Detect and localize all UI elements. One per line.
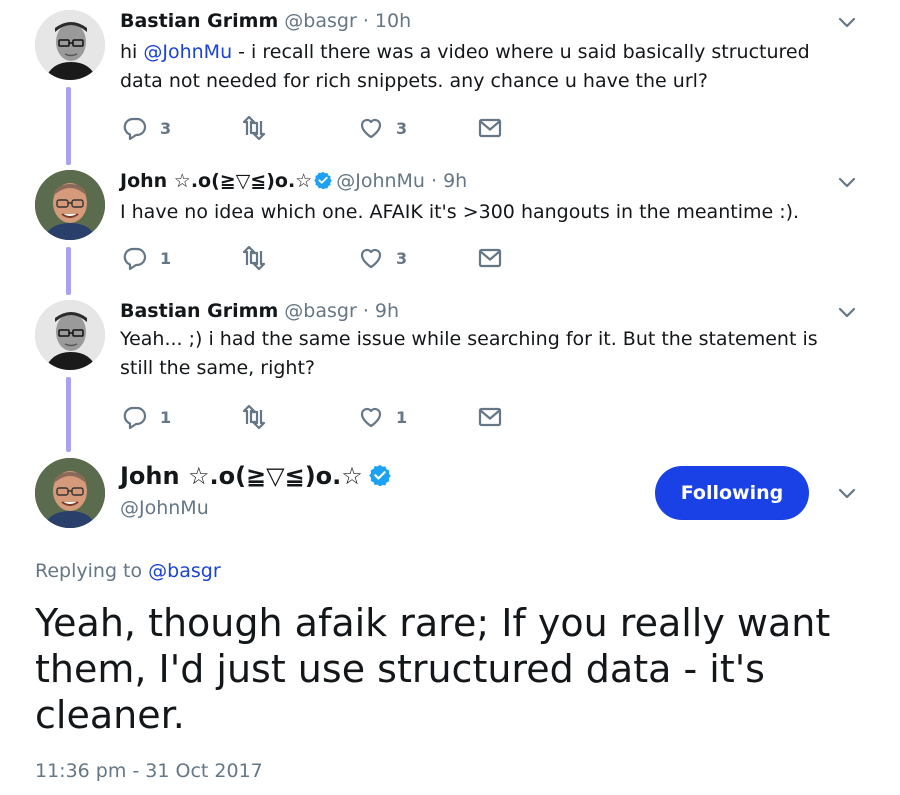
author-handle[interactable]: @JohnMu [336,170,425,192]
like-button[interactable]: 3 [358,244,407,272]
avatar-image [35,458,105,528]
heart-icon [358,245,384,271]
envelope-icon [477,245,503,271]
following-button[interactable]: Following [655,466,809,520]
mention-link[interactable]: @JohnMu [143,41,232,63]
main-avatar[interactable] [35,458,105,528]
reply-icon [122,245,148,271]
verified-badge-icon [369,464,391,486]
reply-button[interactable]: 3 [122,114,171,142]
tweet-actions: 1 3 [120,244,520,272]
message-button[interactable] [477,244,515,272]
reply-count: 1 [160,248,172,268]
avatar-image [35,10,105,80]
avatar-image [35,300,105,370]
like-button[interactable]: 3 [358,114,407,142]
author-handle[interactable]: @basgr [284,10,356,32]
reply-button[interactable]: 1 [122,403,171,431]
main-author-name[interactable]: John ☆.o(≧▽≦)o.☆ [120,462,395,490]
retweet-icon [241,245,267,271]
main-author-handle[interactable]: @JohnMu [120,497,209,519]
heart-icon [358,115,384,141]
tweet-actions: 1 1 [120,403,520,431]
envelope-icon [477,115,503,141]
reply-icon [122,404,148,430]
author-name[interactable]: Bastian Grimm [120,10,278,32]
message-button[interactable] [477,114,515,142]
tweet-text: I have no idea which one. AFAIK it's >30… [120,201,800,223]
retweet-button[interactable] [241,114,279,142]
chevron-down-icon[interactable] [836,172,858,194]
tweet-header: Bastian Grimm @basgr · 9h [120,300,399,322]
tweet-actions: 3 3 [120,114,520,142]
retweet-icon [241,115,267,141]
avatar[interactable] [35,10,105,80]
retweet-icon [241,404,267,430]
like-button[interactable]: 1 [358,403,407,431]
thread-line [66,247,71,295]
main-author-name-text[interactable]: John ☆.o(≧▽≦)o.☆ [120,462,363,490]
tweet-time[interactable]: · 9h [363,300,399,322]
envelope-icon [477,404,503,430]
tweet-text: Yeah... ;) i had the same issue while se… [120,328,818,379]
tweet-3[interactable]: Bastian Grimm @basgr · 9h Yeah... ;) i h… [0,300,900,450]
chevron-down-icon[interactable] [836,483,858,505]
avatar[interactable] [35,300,105,370]
reply-count: 3 [160,118,172,138]
chevron-down-icon[interactable] [836,302,858,324]
thread-line [66,377,71,452]
message-button[interactable] [477,403,515,431]
reply-button[interactable]: 1 [122,244,171,272]
reply-icon [122,115,148,141]
tweet-time[interactable]: · 10h [363,10,411,32]
thread-line [66,87,71,165]
like-count: 3 [396,118,408,138]
verified-badge-icon [314,171,332,189]
retweet-button[interactable] [241,244,279,272]
like-count: 3 [396,248,408,268]
tweet-text-part: hi [120,41,144,63]
tweet-header: Bastian Grimm @basgr · 10h [120,10,411,32]
author-name[interactable]: John ☆.o(≧▽≦)o.☆ [120,170,312,192]
main-tweet-text: Yeah, though afaik rare; If you really w… [35,601,831,737]
replying-prefix: Replying to [35,560,149,582]
retweet-button[interactable] [241,403,279,431]
replying-to: Replying to @basgr [35,560,221,582]
author-name[interactable]: Bastian Grimm [120,300,278,322]
tweet-1[interactable]: Bastian Grimm @basgr · 10h hi @JohnMu - … [0,10,900,170]
avatar[interactable] [35,170,105,240]
tweet-time[interactable]: · 9h [431,170,467,192]
tweet-timestamp[interactable]: 11:36 pm - 31 Oct 2017 [35,760,263,782]
chevron-down-icon[interactable] [836,12,858,34]
heart-icon [358,404,384,430]
reply-count: 1 [160,407,172,427]
tweet-text: hi @JohnMu - i recall there was a video … [120,38,820,96]
tweet-header: John ☆.o(≧▽≦)o.☆ @JohnMu · 9h [120,170,467,192]
avatar-image [35,170,105,240]
replying-to-link[interactable]: @basgr [148,560,220,582]
author-handle[interactable]: @basgr [284,300,356,322]
like-count: 1 [396,407,408,427]
tweet-2[interactable]: John ☆.o(≧▽≦)o.☆ @JohnMu · 9h I have no i… [0,170,900,280]
